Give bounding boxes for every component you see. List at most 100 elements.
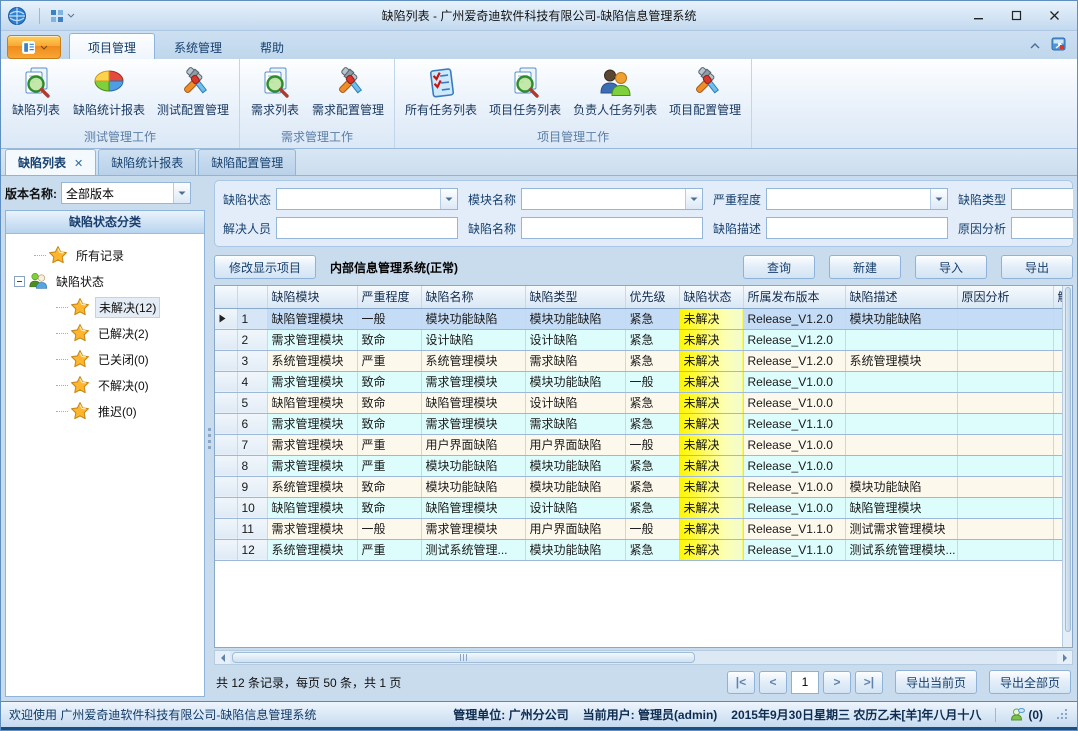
app-menu-button[interactable] bbox=[7, 35, 61, 59]
filter-textbox-row2-2[interactable] bbox=[766, 217, 948, 239]
grid-cell[interactable] bbox=[957, 392, 1053, 413]
grid-cell[interactable] bbox=[1053, 539, 1062, 560]
column-header[interactable]: 所属发布版本 bbox=[743, 286, 845, 308]
grid-cell[interactable]: Release_V1.0.0 bbox=[743, 455, 845, 476]
export-all-pages-button[interactable]: 导出全部页 bbox=[989, 670, 1071, 694]
table-row[interactable]: 2需求管理模块致命设计缺陷设计缺陷紧急未解决Release_V1.2.0 bbox=[215, 329, 1062, 350]
filter-textbox-row2-0[interactable] bbox=[276, 217, 458, 239]
grid-cell[interactable] bbox=[1053, 518, 1062, 539]
minimize-button[interactable] bbox=[961, 5, 995, 27]
table-row[interactable]: 8需求管理模块严重模块功能缺陷模块功能缺陷紧急未解决Release_V1.0.0 bbox=[215, 455, 1062, 476]
grid-cell[interactable]: 设计缺陷 bbox=[421, 329, 525, 350]
filter-text-input[interactable] bbox=[1012, 218, 1073, 238]
grid-cell[interactable] bbox=[1053, 497, 1062, 518]
tree-item[interactable]: 已关闭(0) bbox=[8, 346, 202, 372]
document-tab[interactable]: 缺陷统计报表 bbox=[98, 149, 196, 175]
resize-grip[interactable] bbox=[1057, 709, 1069, 721]
grid-cell[interactable]: 紧急 bbox=[625, 476, 679, 497]
grid-cell[interactable]: 严重 bbox=[357, 539, 421, 560]
horizontal-scrollbar[interactable] bbox=[214, 650, 1073, 665]
grid-cell[interactable] bbox=[845, 392, 957, 413]
grid-cell[interactable] bbox=[957, 350, 1053, 371]
maximize-button[interactable] bbox=[999, 5, 1033, 27]
ribbon-tab[interactable]: 帮助 bbox=[241, 33, 303, 59]
caret-down-icon[interactable] bbox=[685, 189, 702, 209]
column-header[interactable]: 原因分析 bbox=[957, 286, 1053, 308]
prev-page-button[interactable]: < bbox=[759, 671, 787, 694]
grid-cell[interactable]: 严重 bbox=[357, 455, 421, 476]
horizontal-scrollbar-thumb[interactable] bbox=[232, 652, 695, 663]
grid-cell[interactable] bbox=[1053, 350, 1062, 371]
grid-cell[interactable]: 需求管理模块 bbox=[267, 371, 357, 392]
grid-cell[interactable] bbox=[957, 476, 1053, 497]
filter-text-input[interactable] bbox=[767, 218, 947, 238]
filter-textbox-row2-3[interactable] bbox=[1011, 217, 1073, 239]
grid-cell[interactable]: 系统管理模块 bbox=[845, 350, 957, 371]
grid-cell[interactable] bbox=[957, 455, 1053, 476]
filter-combo-input[interactable] bbox=[767, 189, 930, 209]
grid-cell[interactable]: 系统管理模块 bbox=[267, 350, 357, 371]
column-header[interactable]: 缺陷描述 bbox=[845, 286, 957, 308]
grid-cell[interactable]: 严重 bbox=[357, 434, 421, 455]
close-tab-icon[interactable]: ✕ bbox=[74, 156, 83, 170]
grid-cell[interactable] bbox=[957, 308, 1053, 329]
grid-cell[interactable]: 设计缺陷 bbox=[525, 497, 625, 518]
last-page-button[interactable]: >| bbox=[855, 671, 883, 694]
quick-access-layout-button[interactable] bbox=[46, 7, 79, 25]
grid-cell[interactable]: 紧急 bbox=[625, 539, 679, 560]
grid-cell[interactable]: 需求管理模块 bbox=[267, 455, 357, 476]
grid-cell[interactable] bbox=[957, 413, 1053, 434]
grid-cell[interactable] bbox=[845, 434, 957, 455]
ribbon-button[interactable]: 缺陷统计报表 bbox=[67, 61, 151, 122]
grid-cell[interactable]: 未解决 bbox=[679, 371, 743, 392]
grid-cell[interactable]: 模块功能缺陷 bbox=[525, 476, 625, 497]
caret-down-icon[interactable] bbox=[440, 189, 457, 209]
version-select[interactable] bbox=[61, 182, 191, 204]
grid-cell[interactable]: 模块功能缺陷 bbox=[525, 371, 625, 392]
table-row[interactable]: 6需求管理模块致命需求管理模块需求缺陷紧急未解决Release_V1.1.0 bbox=[215, 413, 1062, 434]
query-button[interactable]: 查询 bbox=[743, 255, 815, 279]
column-header[interactable]: 解决方法 bbox=[1053, 286, 1062, 308]
table-row[interactable]: 12系统管理模块严重测试系统管理...模块功能缺陷紧急未解决Release_V1… bbox=[215, 539, 1062, 560]
grid-cell[interactable]: 用户界面缺陷 bbox=[525, 434, 625, 455]
grid-cell[interactable] bbox=[1053, 329, 1062, 350]
grid-cell[interactable]: 设计缺陷 bbox=[525, 329, 625, 350]
grid-cell[interactable]: 致命 bbox=[357, 392, 421, 413]
tree-item[interactable]: 所有记录 bbox=[8, 242, 202, 268]
grid-cell[interactable]: 未解决 bbox=[679, 539, 743, 560]
grid-cell[interactable]: 紧急 bbox=[625, 413, 679, 434]
table-row[interactable]: 7需求管理模块严重用户界面缺陷用户界面缺陷一般未解决Release_V1.0.0 bbox=[215, 434, 1062, 455]
tree-item[interactable]: 不解决(0) bbox=[8, 372, 202, 398]
grid-cell[interactable]: 模块功能缺陷 bbox=[525, 455, 625, 476]
grid-cell[interactable]: 一般 bbox=[625, 371, 679, 392]
grid-cell[interactable]: Release_V1.2.0 bbox=[743, 308, 845, 329]
filter-combo-row1-0[interactable] bbox=[276, 188, 458, 210]
grid-cell[interactable]: 致命 bbox=[357, 497, 421, 518]
scroll-right-icon[interactable] bbox=[1057, 651, 1072, 664]
grid-cell[interactable]: 一般 bbox=[357, 308, 421, 329]
scroll-left-icon[interactable] bbox=[215, 651, 230, 664]
grid-cell[interactable]: Release_V1.2.0 bbox=[743, 329, 845, 350]
help-window-icon[interactable] bbox=[1051, 36, 1067, 55]
grid-cell[interactable]: 紧急 bbox=[625, 308, 679, 329]
grid-cell[interactable]: Release_V1.0.0 bbox=[743, 392, 845, 413]
grid-cell[interactable]: Release_V1.0.0 bbox=[743, 371, 845, 392]
grid-cell[interactable]: 紧急 bbox=[625, 392, 679, 413]
grid-cell[interactable]: 模块功能缺陷 bbox=[525, 539, 625, 560]
grid-cell[interactable] bbox=[957, 539, 1053, 560]
filter-text-input[interactable] bbox=[522, 218, 702, 238]
grid-cell[interactable]: 模块功能缺陷 bbox=[845, 476, 957, 497]
next-page-button[interactable]: > bbox=[823, 671, 851, 694]
grid-cell[interactable]: 需求缺陷 bbox=[525, 350, 625, 371]
grid-cell[interactable] bbox=[845, 371, 957, 392]
grid-cell[interactable]: 需求管理模块 bbox=[267, 413, 357, 434]
grid-cell[interactable]: 系统管理模块 bbox=[267, 539, 357, 560]
table-row[interactable]: 11需求管理模块一般需求管理模块用户界面缺陷一般未解决Release_V1.1.… bbox=[215, 518, 1062, 539]
filter-combo-input[interactable] bbox=[522, 189, 685, 209]
filter-combo-input[interactable] bbox=[1012, 189, 1073, 209]
grid-cell[interactable]: 未解决 bbox=[679, 350, 743, 371]
grid-cell[interactable]: Release_V1.0.0 bbox=[743, 434, 845, 455]
grid-cell[interactable]: 设计缺陷 bbox=[525, 392, 625, 413]
grid-cell[interactable]: 未解决 bbox=[679, 308, 743, 329]
grid-cell[interactable]: 缺陷管理模块 bbox=[421, 497, 525, 518]
